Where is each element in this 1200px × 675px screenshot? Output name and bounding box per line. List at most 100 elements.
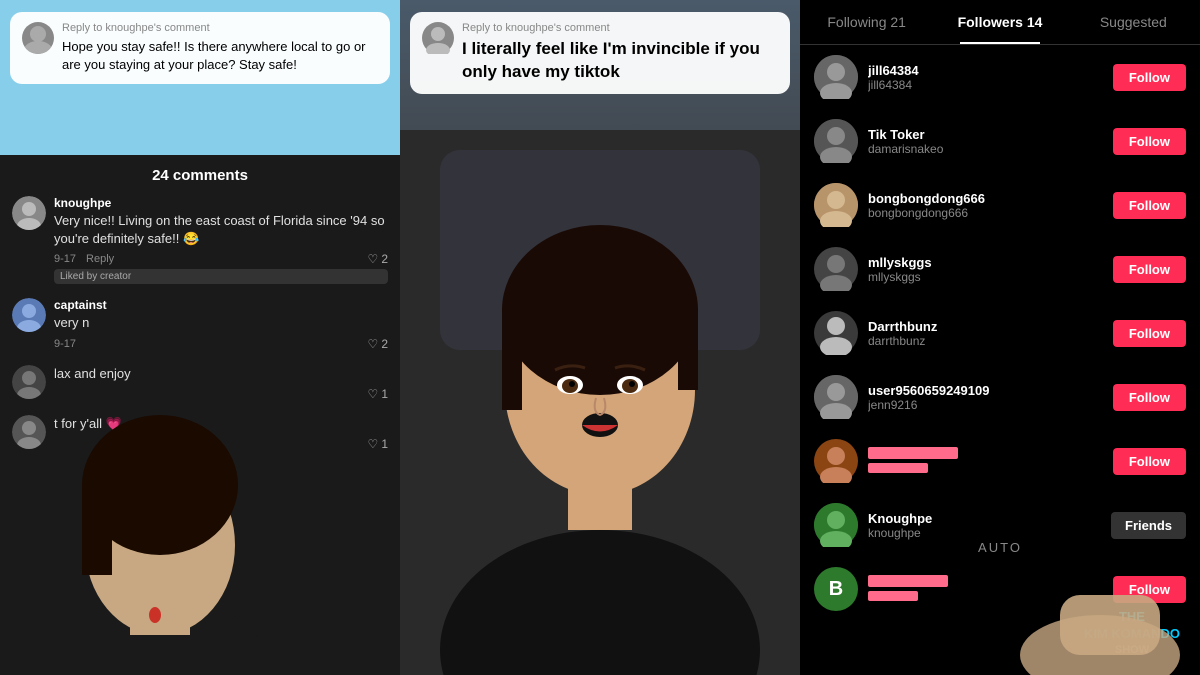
center-bubble-text: I literally feel like I'm invincible if … [462,38,778,84]
follower-info: bongbongdong666 bongbongdong666 [868,191,1103,220]
comment-row: lax and enjoy 1 [12,365,388,401]
follower-row: mllyskggs mllyskggs Follow [800,237,1200,301]
follow-button[interactable]: Follow [1113,256,1186,283]
follower-info [868,447,1103,476]
heart-icon [368,252,379,266]
comment-date-1: 9-17 [54,253,76,265]
follow-button[interactable]: Follow [1113,64,1186,91]
follower-handle: knoughpe [868,526,1101,540]
follower-handle: bongbongdong666 [868,206,1103,220]
tab-following[interactable]: Following 21 [800,0,933,44]
redacted-name-bar-2 [868,575,948,587]
comment-meta-1: 9-17 Reply 2 [54,252,388,266]
center-bubble-avatar [422,22,454,59]
comment-like-1[interactable]: 2 [368,252,388,266]
follower-handle: darrthbunz [868,334,1103,348]
comment-text-3: lax and enjoy [54,365,388,383]
comment-row: knoughpe Very nice!! Living on the east … [12,196,388,284]
follower-row: Follow [800,429,1200,493]
watermark: THE KIM KOMANDO SHOW [1076,603,1188,663]
comment-avatar-4 [12,415,46,449]
follower-row: Darrthbunz darrthbunz Follow [800,301,1200,365]
followers-tabs: Following 21 Followers 14 Suggested [800,0,1200,45]
tab-followers[interactable]: Followers 14 [933,0,1066,44]
follower-name: jill64384 [868,63,1103,78]
follower-handle: jill64384 [868,78,1103,92]
comment-like-4[interactable]: 1 [368,437,388,451]
center-comment-bubble: Reply to knoughpe's comment I literally … [410,12,790,94]
follower-handle-redacted [868,462,1103,476]
follow-button[interactable]: Follow [1113,128,1186,155]
comment-like-2[interactable]: 2 [368,337,388,351]
comment-text-2: very n [54,314,388,332]
comment-body-3: lax and enjoy 1 [54,365,388,401]
comments-section: 24 comments knoughpe Very nice!! Living … [0,155,400,477]
follow-button[interactable]: Follow [1113,384,1186,411]
follower-handle: damarisnakeo [868,142,1103,156]
follower-row: Tik Toker damarisnakeo Follow [800,109,1200,173]
comment-row: t for y'all 💗 1 [12,415,388,451]
follower-name: Knoughpe [868,511,1101,526]
comments-title: 24 comments [12,167,388,184]
follower-name-redacted [868,575,1103,590]
redacted-handle-bar-2 [868,591,918,601]
follower-avatar [814,311,858,355]
comment-reply-1[interactable]: Reply [86,253,114,265]
follower-avatar: B [814,567,858,611]
redacted-name-bar [868,447,958,459]
follower-list: jill64384 jill64384 Follow Tik Toker dam… [800,45,1200,670]
comment-username-1: knoughpe [54,196,388,210]
comment-text-1: Very nice!! Living on the east coast of … [54,212,388,248]
comment-avatar-1 [12,196,46,230]
follower-row: bongbongdong666 bongbongdong666 Follow [800,173,1200,237]
auto-label: AUTO [978,540,1022,555]
watermark-line3: SHOW [1084,643,1180,657]
follower-name: bongbongdong666 [868,191,1103,206]
follower-handle-redacted [868,590,1103,604]
heart-icon [368,337,379,351]
friends-button[interactable]: Friends [1111,512,1186,539]
comment-text-4: t for y'all 💗 [54,415,388,433]
left-panel: Reply to knoughpe's comment Hope you sta… [0,0,400,675]
comment-body-4: t for y'all 💗 1 [54,415,388,451]
follower-avatar [814,503,858,547]
follow-button[interactable]: Follow [1113,192,1186,219]
redacted-handle-bar [868,463,928,473]
watermark-line1: THE [1084,609,1180,626]
comment-body-1: knoughpe Very nice!! Living on the east … [54,196,388,284]
heart-icon [368,387,379,401]
right-panel: Following 21 Followers 14 Suggested jill… [800,0,1200,675]
follower-name-redacted [868,447,1103,462]
follower-avatar [814,247,858,291]
follower-handle: jenn9216 [868,398,1103,412]
top-comment-bubble: Reply to knoughpe's comment Hope you sta… [10,12,390,84]
follower-info: Knoughpe knoughpe [868,511,1101,540]
follower-name: user9560659249109 [868,383,1103,398]
follower-handle: mllyskggs [868,270,1103,284]
comment-date-2: 9-17 [54,338,76,350]
follower-avatar [814,183,858,227]
follower-name: Darrthbunz [868,319,1103,334]
follower-row: user9560659249109 jenn9216 Follow [800,365,1200,429]
center-person [400,130,800,675]
follower-info: Darrthbunz darrthbunz [868,319,1103,348]
comment-body-2: captainst very n 9-17 2 [54,298,388,350]
tab-suggested[interactable]: Suggested [1067,0,1200,44]
comment-like-3[interactable]: 1 [368,387,388,401]
follower-info: jill64384 jill64384 [868,63,1103,92]
comment-meta-2: 9-17 2 [54,337,388,351]
follower-row: jill64384 jill64384 Follow [800,45,1200,109]
follower-info [868,575,1103,604]
follow-button[interactable]: Follow [1113,320,1186,347]
top-comment-avatar [22,22,54,54]
center-reply-label: Reply to knoughpe's comment [462,22,778,34]
follower-info: Tik Toker damarisnakeo [868,127,1103,156]
top-comment-text: Hope you stay safe!! Is there anywhere l… [62,38,378,74]
comment-avatar-2 [12,298,46,332]
follow-button[interactable]: Follow [1113,576,1186,603]
follower-info: mllyskggs mllyskggs [868,255,1103,284]
follower-name: Tik Toker [868,127,1103,142]
follower-name: mllyskggs [868,255,1103,270]
comment-row: captainst very n 9-17 2 [12,298,388,350]
follow-button[interactable]: Follow [1113,448,1186,475]
